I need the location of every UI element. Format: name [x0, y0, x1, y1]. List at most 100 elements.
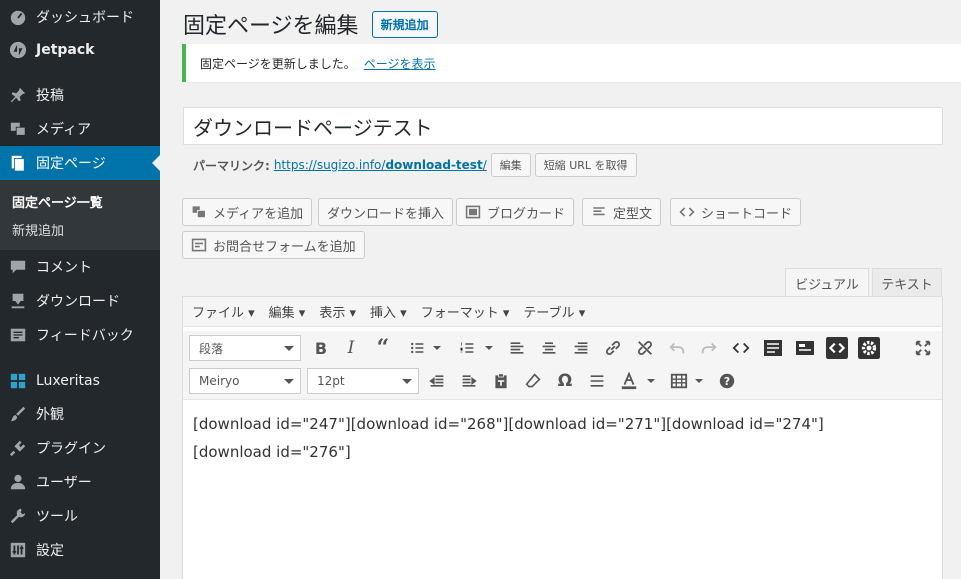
blog-card-button[interactable]: ブログカード — [456, 198, 575, 226]
menu-view[interactable]: 表示 ▾ — [319, 302, 356, 321]
grid-icon — [0, 372, 36, 390]
media-icon — [0, 120, 36, 138]
sidebar-item-media[interactable]: メディア — [0, 112, 160, 146]
tab-text[interactable]: テキスト — [872, 268, 942, 297]
editor-menubar: ファイル ▾ 編集 ▾ 表示 ▾ 挿入 ▾ フォーマット ▾ テーブル ▾ — [183, 297, 942, 327]
table-icon[interactable] — [667, 369, 691, 393]
unlink-icon[interactable] — [633, 336, 657, 360]
bold-icon[interactable]: B — [309, 336, 333, 360]
sidebar-item-settings[interactable]: 設定 — [0, 533, 160, 567]
menu-edit[interactable]: 編集 ▾ — [269, 302, 306, 321]
sidebar-label: ユーザー — [36, 475, 92, 491]
horizontal-line-icon[interactable] — [585, 369, 609, 393]
align-left-icon[interactable] — [505, 336, 529, 360]
title-input[interactable]: ダウンロードページテスト — [183, 107, 943, 145]
permalink-row: パーマリンク: https://sugizo.info/download-tes… — [193, 153, 637, 177]
sidebar-label: プラグイン — [36, 441, 106, 457]
page-icon — [0, 154, 36, 172]
submenu-item-add-new[interactable]: 新規追加 — [12, 220, 64, 239]
bullet-list-icon[interactable] — [405, 336, 429, 360]
redo-icon[interactable] — [697, 336, 721, 360]
text-color-icon[interactable] — [617, 369, 641, 393]
font-family-select[interactable]: Meiryo — [189, 368, 301, 394]
template-text-button[interactable]: 定型文 — [582, 198, 662, 226]
code-icon[interactable] — [729, 336, 753, 360]
sidebar-item-appearance[interactable]: 外観 — [0, 397, 160, 431]
text-block-icon[interactable] — [761, 336, 785, 360]
sidebar-label: Luxeritas — [36, 373, 100, 389]
feedback-icon — [0, 326, 36, 344]
sidebar-label: Jetpack — [36, 42, 95, 58]
html-code-icon[interactable] — [825, 336, 849, 360]
sidebar-label: コメント — [36, 260, 92, 276]
format-value: 段落 — [199, 341, 224, 356]
align-center-icon[interactable] — [537, 336, 561, 360]
sidebar-item-users[interactable]: ユーザー — [0, 465, 160, 499]
edit-permalink-button[interactable]: 編集 — [490, 153, 531, 177]
shortlink-button[interactable]: 短縮 URL を取得 — [534, 153, 637, 177]
svg-text:?: ? — [724, 375, 730, 388]
bullet-list-dropdown[interactable] — [433, 346, 441, 354]
editor-content[interactable]: [download id="247"][download id="268"][d… — [183, 400, 942, 476]
undo-icon[interactable] — [665, 336, 689, 360]
sidebar-item-luxeritas[interactable]: Luxeritas — [0, 364, 160, 398]
font-value: Meiryo — [199, 374, 240, 388]
blockquote-icon[interactable]: “ — [371, 335, 395, 361]
italic-icon[interactable]: I — [339, 336, 363, 360]
brush-icon — [0, 405, 36, 423]
shortcode-button[interactable]: ショートコード — [670, 198, 802, 226]
sidebar-item-jetpack[interactable]: Jetpack — [0, 33, 160, 67]
numbered-list-dropdown[interactable] — [485, 346, 493, 354]
add-contact-form-button[interactable]: お問合せフォームを追加 — [182, 231, 365, 259]
sidebar-item-plugins[interactable]: プラグイン — [0, 431, 160, 465]
comment-icon — [0, 258, 36, 276]
page-title: 固定ページを編集 — [183, 14, 359, 39]
permalink-base: https://sugizo.info/ — [273, 158, 386, 172]
box-icon[interactable] — [793, 336, 817, 360]
sidebar-item-downloads[interactable]: ダウンロード — [0, 284, 160, 318]
add-new-button[interactable]: 新規追加 — [371, 10, 438, 38]
notice-text: 固定ページを更新しました。 — [200, 56, 356, 71]
help-icon[interactable]: ? — [715, 369, 739, 393]
tab-visual[interactable]: ビジュアル — [785, 268, 869, 297]
table-dropdown[interactable] — [695, 379, 703, 387]
button-label: 定型文 — [613, 206, 653, 222]
update-notice: 固定ページを更新しました。 ページを表示 — [182, 44, 961, 82]
sidebar-item-feedback[interactable]: フィードバック — [0, 318, 160, 352]
jetpack-icon — [0, 41, 36, 59]
fullscreen-icon[interactable] — [911, 336, 935, 360]
text-color-dropdown[interactable] — [647, 379, 655, 387]
sidebar-label: 設定 — [36, 543, 64, 559]
special-char-icon[interactable]: Ω — [553, 369, 577, 393]
link-icon[interactable] — [601, 336, 625, 360]
sidebar-label: フィードバック — [36, 328, 134, 344]
insert-download-button[interactable]: ダウンロードを挿入 — [318, 198, 454, 226]
gear-icon[interactable] — [857, 336, 881, 360]
menu-table[interactable]: テーブル ▾ — [523, 302, 585, 321]
view-page-link[interactable]: ページを表示 — [364, 55, 436, 72]
editor: ファイル ▾ 編集 ▾ 表示 ▾ 挿入 ▾ フォーマット ▾ テーブル ▾ 段落… — [182, 296, 943, 579]
outdent-icon[interactable] — [425, 369, 449, 393]
font-size-select[interactable]: 12pt — [307, 368, 419, 394]
sidebar-item-comments[interactable]: コメント — [0, 250, 160, 284]
menu-insert[interactable]: 挿入 ▾ — [370, 302, 407, 321]
add-media-button[interactable]: メディアを追加 — [182, 198, 313, 226]
align-right-icon[interactable] — [569, 336, 593, 360]
permalink-slug: download-test — [385, 158, 483, 172]
sidebar-item-dashboard[interactable]: ダッシュボード — [0, 0, 160, 34]
menu-format[interactable]: フォーマット ▾ — [421, 302, 510, 321]
sidebar-item-tools[interactable]: ツール — [0, 499, 160, 533]
clear-formatting-icon[interactable] — [521, 369, 545, 393]
numbered-list-icon[interactable] — [455, 336, 479, 360]
format-select[interactable]: 段落 — [189, 335, 301, 361]
pin-icon — [0, 86, 36, 104]
sidebar-item-posts[interactable]: 投稿 — [0, 78, 160, 112]
indent-icon[interactable] — [457, 369, 481, 393]
form-icon — [191, 237, 207, 253]
submenu-item-all-pages[interactable]: 固定ページ一覧 — [12, 192, 103, 211]
sidebar-item-pages[interactable]: 固定ページ — [0, 146, 160, 180]
paste-text-icon[interactable] — [489, 369, 513, 393]
permalink-link[interactable]: https://sugizo.info/download-test/ — [274, 158, 487, 172]
menu-file[interactable]: ファイル ▾ — [192, 302, 255, 321]
button-label: ダウンロードを挿入 — [327, 206, 445, 222]
